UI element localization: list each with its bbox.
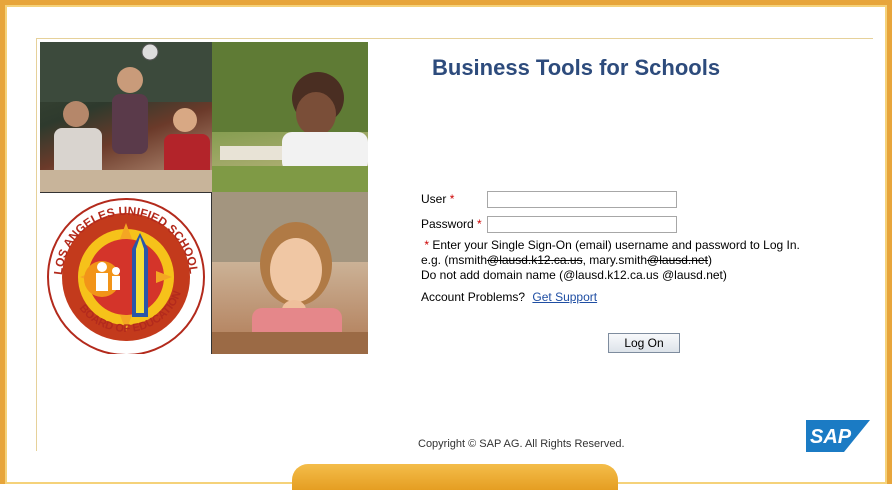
sap-logo: SAP bbox=[806, 420, 870, 452]
child-photo bbox=[212, 192, 368, 354]
classroom-photo bbox=[40, 42, 212, 192]
student-photo-graphic bbox=[212, 42, 368, 192]
lausd-seal: LOS ANGELES UNIFIED SCHOOL DISTRICT BOAR… bbox=[40, 192, 212, 354]
required-marker: * bbox=[477, 217, 482, 231]
log-on-button[interactable]: Log On bbox=[608, 333, 680, 353]
user-input[interactable] bbox=[487, 190, 677, 208]
student-photo bbox=[212, 42, 368, 192]
password-input[interactable] bbox=[487, 215, 677, 233]
user-row: User * bbox=[421, 188, 841, 210]
password-label: Password * bbox=[421, 217, 482, 231]
hint-line-2: e.g. (msmith@lausd.k12.ca.us, mary.smith… bbox=[421, 253, 712, 267]
classroom-photo-graphic bbox=[40, 42, 212, 192]
copyright-text: Copyright © SAP AG. All Rights Reserved. bbox=[418, 438, 625, 450]
sap-logo-text: SAP bbox=[810, 426, 852, 448]
user-label: User * bbox=[421, 192, 455, 206]
login-form: User * Password * * Enter your Single Si… bbox=[421, 188, 841, 304]
hint-line-1: * Enter your Single Sign-On (email) user… bbox=[424, 238, 800, 252]
required-marker: * bbox=[449, 192, 455, 206]
page-title: Business Tools for Schools bbox=[432, 55, 721, 80]
child-photo-graphic bbox=[212, 192, 368, 354]
login-hint: * Enter your Single Sign-On (email) user… bbox=[421, 238, 841, 283]
hint-line-3: Do not add domain name (@lausd.k12.ca.us… bbox=[421, 268, 727, 282]
sap-logo-graphic: SAP bbox=[806, 420, 870, 452]
bottom-tab-decoration bbox=[292, 464, 618, 490]
account-problems: Account Problems? Get Support bbox=[421, 290, 841, 304]
photo-collage: LOS ANGELES UNIFIED SCHOOL DISTRICT BOAR… bbox=[40, 42, 368, 354]
lausd-seal-graphic: LOS ANGELES UNIFIED SCHOOL DISTRICT BOAR… bbox=[40, 193, 205, 354]
get-support-link[interactable]: Get Support bbox=[532, 290, 597, 304]
account-problems-label: Account Problems? bbox=[421, 290, 526, 304]
password-row: Password * bbox=[421, 213, 841, 235]
